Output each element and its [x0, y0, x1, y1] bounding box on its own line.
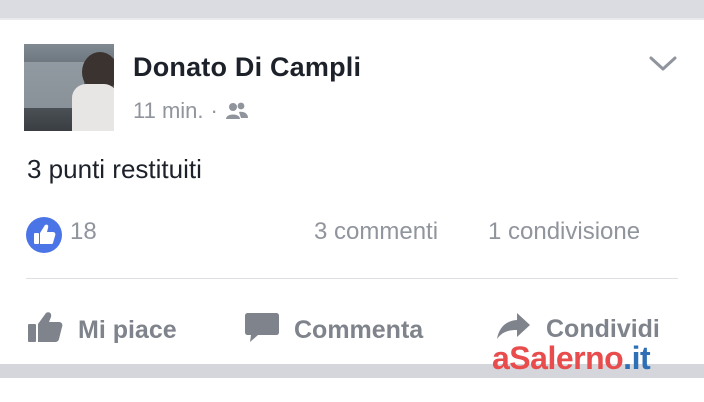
like-reaction-icon[interactable] [26, 217, 62, 253]
post-card: Donato Di Campli 11 min. · 3 punti resti… [0, 20, 704, 364]
post-time[interactable]: 11 min. [133, 98, 204, 124]
post-meta: 11 min. · [133, 98, 249, 124]
friends-icon[interactable] [225, 101, 249, 121]
avatar[interactable] [24, 44, 114, 131]
comments-count[interactable]: 3 commenti [314, 218, 438, 246]
divider [26, 278, 678, 279]
like-label: Mi piace [78, 316, 177, 344]
watermark-logo: aSalerno.it [492, 340, 651, 377]
post-text: 3 punti restituiti [27, 154, 202, 184]
watermark-suffix: .it [623, 340, 651, 376]
next-post-area [0, 378, 704, 402]
comment-button[interactable]: Commenta [244, 310, 423, 351]
thumbs-up-icon [26, 310, 64, 351]
meta-separator: · [210, 98, 218, 123]
like-button[interactable]: Mi piace [26, 310, 177, 351]
author-name[interactable]: Donato Di Campli [133, 52, 361, 83]
comment-label: Commenta [294, 316, 424, 344]
watermark-prefix: aSalerno [492, 340, 624, 376]
chevron-down-icon[interactable] [648, 54, 678, 74]
like-count[interactable]: 18 [70, 218, 97, 246]
comment-bubble-icon [244, 310, 280, 351]
previous-post-edge [0, 0, 704, 18]
shares-count[interactable]: 1 condivisione [488, 218, 640, 246]
